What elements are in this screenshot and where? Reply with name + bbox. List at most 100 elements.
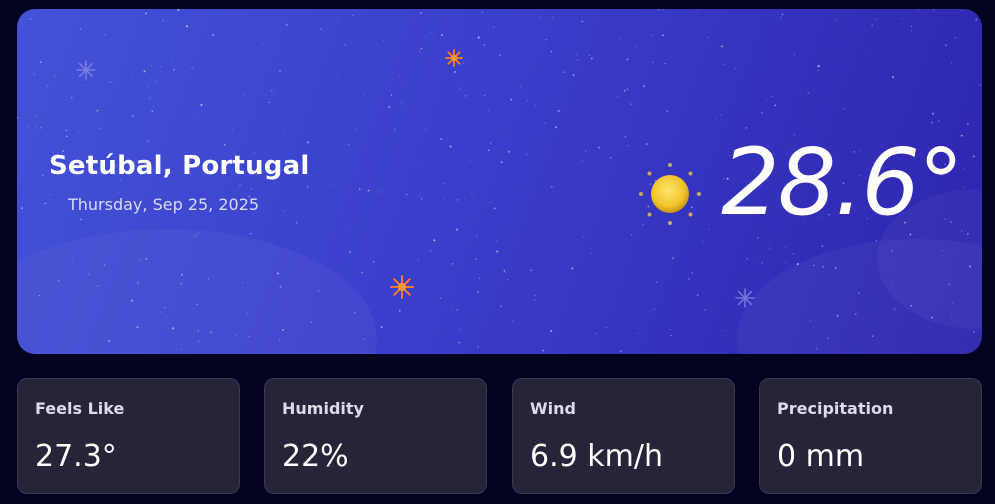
star-dot	[347, 143, 350, 146]
card-label: Wind	[530, 399, 576, 418]
star-dot	[544, 122, 546, 124]
weather-details-row: Feels Like 27.3° Humidity 22% Wind 6.9 k…	[17, 378, 982, 494]
star-dot	[769, 247, 771, 249]
star-dot	[109, 81, 112, 84]
star-dot	[212, 33, 215, 36]
star-dot	[420, 47, 423, 50]
star-dot	[590, 57, 593, 60]
star-dot	[127, 84, 129, 86]
star-dot	[185, 25, 189, 28]
star-dot	[901, 18, 903, 20]
card-label: Precipitation	[777, 399, 894, 418]
star-dot	[332, 184, 334, 186]
star-dot	[540, 16, 542, 19]
star-dot	[489, 202, 491, 203]
star-dot	[367, 189, 370, 192]
star-dot	[336, 74, 338, 76]
star-dot	[469, 160, 471, 162]
star-dot	[555, 126, 557, 129]
star-dot	[670, 334, 672, 337]
star-dot	[352, 14, 354, 16]
star-dot	[295, 221, 298, 224]
star-dot	[664, 62, 667, 65]
star-dot	[44, 202, 47, 205]
star-dot	[619, 350, 622, 353]
star-dot	[691, 272, 693, 274]
star-dot	[601, 236, 603, 238]
star-dot	[817, 65, 820, 68]
star-dot	[173, 68, 176, 71]
star-dot	[383, 39, 385, 41]
star-dot	[151, 64, 152, 66]
star-dot	[148, 97, 151, 99]
star-dot	[399, 75, 401, 77]
current-temperature: 28.6°	[721, 129, 964, 236]
star-dot	[550, 185, 553, 188]
star-dot	[35, 125, 37, 127]
star-dot	[489, 142, 492, 144]
star-dot	[757, 237, 759, 239]
star-dot	[836, 19, 838, 21]
star-dot	[66, 135, 68, 138]
star-dot	[734, 67, 737, 70]
star-dot	[534, 104, 536, 106]
star-dot	[962, 187, 964, 189]
star-dot	[866, 53, 868, 55]
star-dot	[951, 62, 953, 64]
star-dot	[89, 46, 92, 48]
star-dot	[359, 188, 361, 190]
star-dot	[279, 70, 281, 73]
star-dot	[954, 36, 957, 39]
star-dot	[40, 126, 42, 129]
star-dot	[576, 53, 578, 55]
star-dot	[972, 155, 975, 158]
star-dot	[417, 259, 420, 261]
star-dot	[716, 118, 717, 120]
star-dot	[975, 18, 978, 21]
star-dot	[147, 85, 149, 87]
star-dot	[874, 18, 876, 20]
star-dot	[702, 241, 704, 242]
star-dot	[458, 341, 461, 344]
star-dot	[637, 332, 639, 334]
star-dot	[162, 19, 165, 22]
star-dot	[746, 258, 748, 260]
star-dot	[605, 326, 608, 328]
star-dot	[793, 53, 795, 56]
star-dot	[650, 34, 653, 37]
star-dot	[624, 136, 627, 138]
star-dot	[704, 309, 706, 311]
star-dot	[85, 84, 87, 87]
star-dot	[534, 299, 536, 301]
star-dot	[361, 271, 364, 274]
star-dot	[642, 39, 645, 41]
star-dot	[526, 153, 528, 155]
star-dot	[33, 73, 36, 76]
star-dot	[542, 349, 544, 352]
star-dot	[979, 84, 982, 86]
star-dot	[17, 116, 19, 119]
star-dot	[781, 13, 784, 16]
star-dot	[459, 328, 462, 331]
star-dot	[433, 239, 436, 242]
star-dot	[571, 267, 574, 270]
star-dot	[268, 102, 270, 104]
star-dot	[526, 333, 528, 335]
star-dot	[159, 66, 161, 68]
star-dot	[963, 167, 965, 169]
star-dot	[488, 109, 490, 111]
star-dot	[250, 188, 252, 190]
star-dot	[418, 195, 420, 197]
star-dot	[771, 95, 773, 97]
star-dot	[355, 129, 357, 131]
sparkle-icon	[445, 49, 463, 67]
star-dot	[707, 37, 708, 39]
star-dot	[506, 279, 508, 281]
star-dot	[177, 9, 180, 11]
card-value: 6.9 km/h	[530, 439, 663, 474]
star-dot	[720, 114, 722, 116]
star-dot	[651, 61, 654, 64]
star-dot	[582, 236, 584, 238]
location-title: Setúbal, Portugal	[49, 151, 310, 181]
sparkle-icon	[390, 275, 414, 299]
